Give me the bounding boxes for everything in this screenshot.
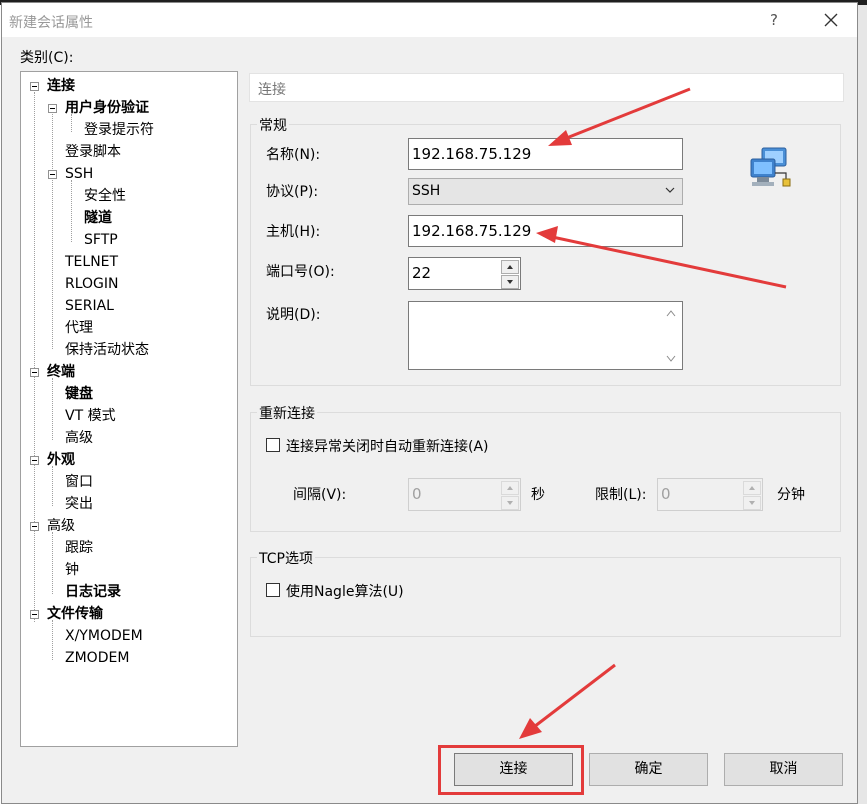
nagle-label: 使用Nagle算法(U)	[286, 584, 404, 600]
chevron-down-icon	[665, 187, 675, 193]
background-right	[858, 0, 867, 804]
spin-up-button[interactable]	[501, 481, 519, 495]
spin-up-button[interactable]	[743, 481, 761, 495]
tree-item-trace[interactable]: 跟踪	[65, 538, 93, 558]
tree-item-login-prompt[interactable]: 登录提示符	[84, 120, 154, 140]
annotation-highlight-box	[438, 745, 584, 795]
scroll-down-icon[interactable]	[666, 355, 676, 362]
tree-line	[52, 532, 53, 594]
interval-unit: 秒	[531, 487, 545, 503]
protocol-value: SSH	[412, 183, 441, 199]
arrow-up-icon	[507, 265, 513, 269]
expand-toggle[interactable]	[48, 104, 57, 113]
reconnect-group-title: 重新连接	[257, 403, 317, 423]
tree-item-ssh[interactable]: SSH	[65, 164, 93, 184]
expand-toggle[interactable]	[30, 610, 39, 619]
reconnect-group	[250, 412, 841, 532]
tree-item-terminal[interactable]: 终端	[47, 362, 75, 382]
limit-label: 限制(L):	[595, 487, 647, 503]
category-tree[interactable]: 连接 用户身份验证 登录提示符 登录脚本 SSH 安全性 隧道 SFTP TEL…	[20, 71, 238, 747]
limit-unit: 分钟	[777, 487, 805, 503]
port-label: 端口号(O):	[266, 264, 335, 280]
description-label: 说明(D):	[266, 307, 321, 323]
expand-toggle[interactable]	[30, 368, 39, 377]
name-label: 名称(N):	[266, 147, 321, 163]
tree-item-appearance[interactable]: 外观	[47, 450, 75, 470]
spin-down-button[interactable]	[743, 496, 761, 510]
expand-toggle[interactable]	[30, 82, 39, 91]
scroll-up-icon[interactable]	[666, 310, 676, 317]
expand-toggle[interactable]	[48, 170, 57, 179]
expand-toggle[interactable]	[30, 456, 39, 465]
tcp-group-title: TCP选项	[257, 548, 315, 568]
port-spinner[interactable]: 22	[408, 257, 521, 290]
spin-down-button[interactable]	[501, 496, 519, 510]
tree-line	[71, 180, 72, 242]
tree-item-file-transfer[interactable]: 文件传输	[47, 604, 103, 624]
help-button[interactable]: ?	[764, 10, 784, 30]
tree-item-xymodem[interactable]: X/YMODEM	[65, 626, 143, 646]
tree-item-keepalive[interactable]: 保持活动状态	[65, 340, 149, 360]
limit-spinner[interactable]: 0	[657, 478, 763, 511]
spin-up-button[interactable]	[501, 260, 519, 274]
tree-line	[52, 620, 53, 660]
tree-item-terminal-advanced[interactable]: 高级	[65, 428, 93, 448]
interval-label: 间隔(V):	[293, 487, 347, 503]
host-input[interactable]: 192.168.75.129	[408, 215, 683, 247]
limit-value: 0	[661, 485, 671, 503]
tree-item-zmodem[interactable]: ZMODEM	[65, 648, 129, 668]
title-bar: 新建会话属性 ?	[2, 3, 857, 37]
tree-item-rlogin[interactable]: RLOGIN	[65, 274, 119, 294]
arrow-down-icon	[507, 501, 513, 505]
protocol-label: 协议(P):	[266, 184, 319, 200]
interval-spinner[interactable]: 0	[408, 478, 521, 511]
tree-item-highlight[interactable]: 突出	[65, 494, 93, 514]
protocol-select[interactable]: SSH	[408, 178, 683, 205]
tree-line	[34, 92, 35, 622]
window-title: 新建会话属性	[9, 15, 93, 31]
tree-line	[52, 378, 53, 440]
tree-item-security[interactable]: 安全性	[84, 186, 126, 206]
auto-reconnect-checkbox[interactable]	[266, 438, 280, 452]
tree-item-keyboard[interactable]: 键盘	[65, 384, 93, 404]
expand-toggle[interactable]	[30, 522, 39, 531]
tree-item-window[interactable]: 窗口	[65, 472, 93, 492]
cancel-button[interactable]: 取消	[724, 753, 843, 786]
tree-item-tunnel[interactable]: 隧道	[84, 208, 112, 228]
tree-item-advanced[interactable]: 高级	[47, 516, 75, 536]
tree-item-bell[interactable]: 钟	[65, 560, 79, 580]
arrow-down-icon	[749, 501, 755, 505]
tree-item-sftp[interactable]: SFTP	[84, 230, 118, 250]
tree-item-serial[interactable]: SERIAL	[65, 296, 114, 316]
tree-item-logging[interactable]: 日志记录	[65, 582, 121, 602]
tree-item-connection[interactable]: 连接	[47, 76, 75, 96]
name-input[interactable]: 192.168.75.129	[408, 138, 683, 170]
nagle-checkbox[interactable]	[266, 583, 280, 597]
arrow-down-icon	[507, 280, 513, 284]
panel-header-title: 连接	[258, 82, 286, 98]
spin-down-button[interactable]	[501, 275, 519, 289]
tree-item-auth[interactable]: 用户身份验证	[65, 98, 149, 118]
tree-item-telnet[interactable]: TELNET	[65, 252, 118, 272]
tree-line	[52, 114, 53, 349]
auto-reconnect-label: 连接异常关闭时自动重新连接(A)	[286, 439, 489, 455]
tree-item-login-script[interactable]: 登录脚本	[65, 142, 121, 162]
arrow-up-icon	[507, 486, 513, 490]
tree-line	[52, 466, 53, 506]
panel-header: 连接	[249, 73, 844, 102]
description-input[interactable]	[408, 301, 683, 370]
general-group-title: 常规	[257, 115, 289, 135]
close-icon	[824, 13, 838, 27]
close-button[interactable]	[817, 8, 843, 32]
port-value: 22	[412, 264, 432, 282]
category-label: 类别(C):	[20, 50, 74, 66]
network-computer-icon	[750, 147, 791, 187]
interval-value: 0	[412, 485, 422, 503]
host-label: 主机(H):	[266, 224, 321, 240]
tree-item-proxy[interactable]: 代理	[65, 318, 93, 338]
ok-button[interactable]: 确定	[589, 753, 708, 786]
tree-item-vt-mode[interactable]: VT 模式	[65, 406, 116, 426]
arrow-up-icon	[749, 486, 755, 490]
